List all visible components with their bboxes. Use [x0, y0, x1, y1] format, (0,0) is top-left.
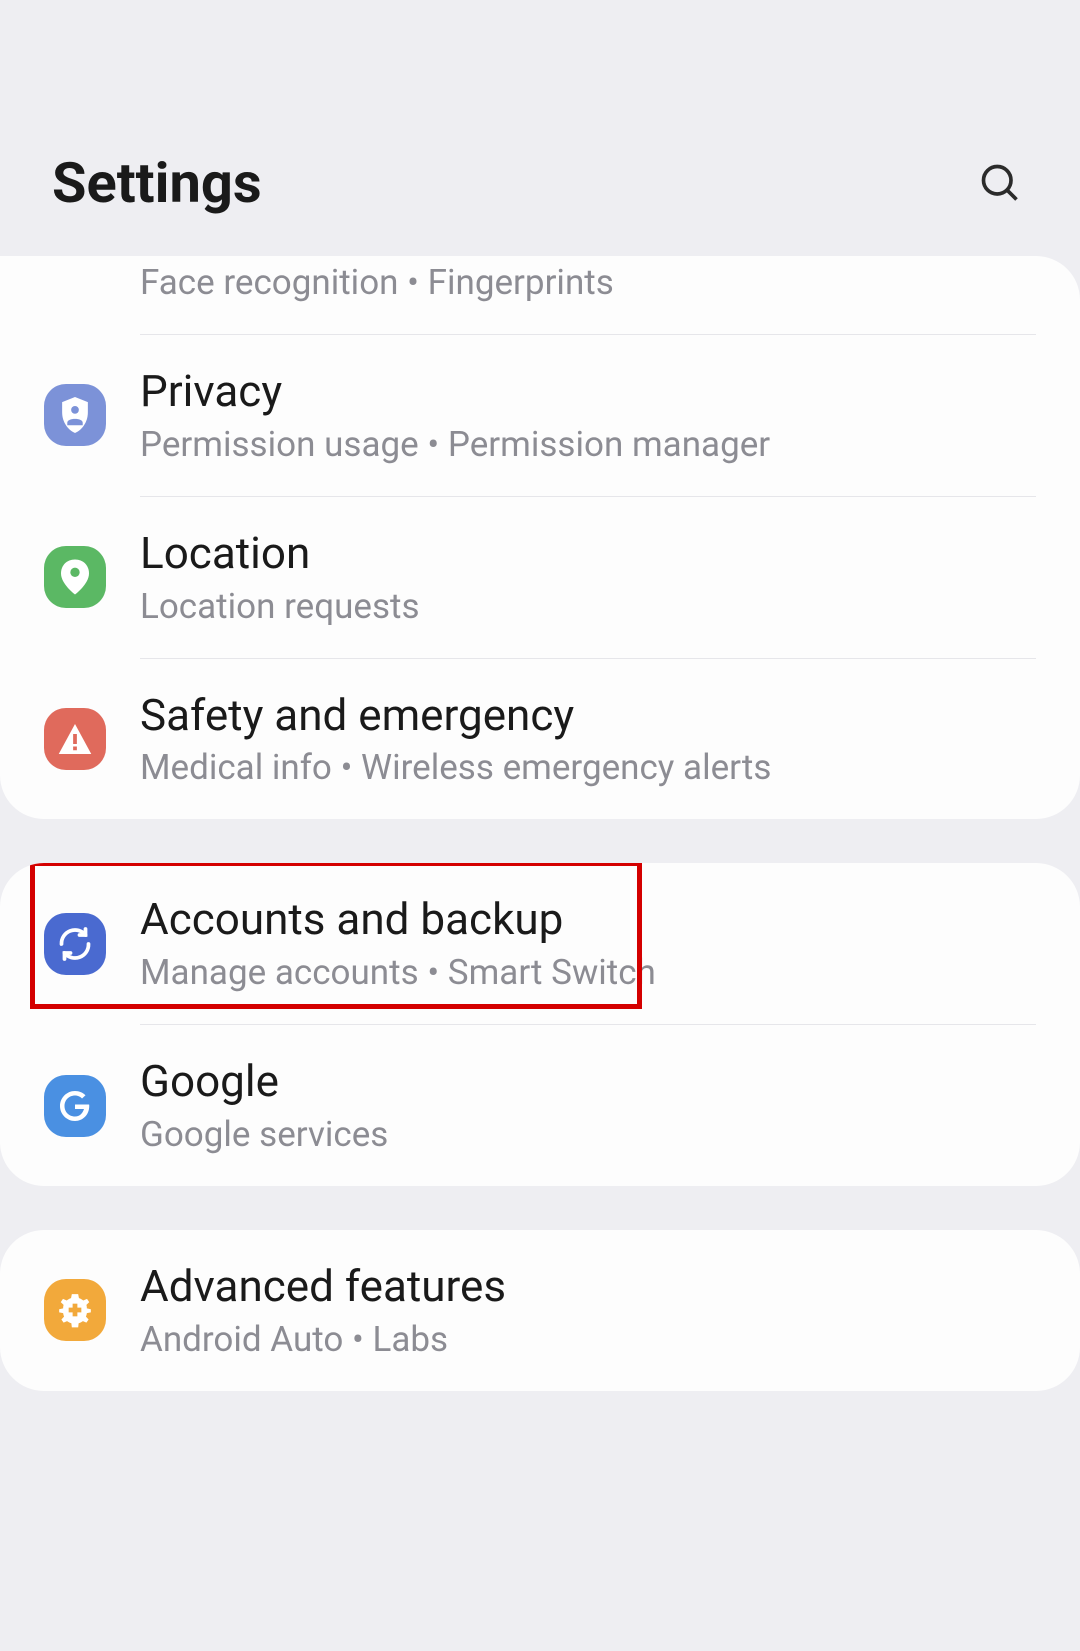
warning-icon: [44, 708, 106, 770]
item-text: Location Location requests: [140, 527, 1036, 628]
settings-header: Settings: [0, 0, 1080, 256]
item-subtitle: Manage accounts • Smart Switch: [140, 952, 1036, 994]
search-icon: [978, 161, 1022, 205]
page-title: Settings: [52, 150, 262, 216]
item-subtitle: Medical info • Wireless emergency alerts: [140, 747, 1036, 789]
settings-group: Face recognition • Fingerprints Privacy …: [0, 256, 1080, 819]
item-subtitle: Android Auto • Labs: [140, 1319, 1036, 1361]
settings-item-advanced[interactable]: Advanced features Android Auto • Labs: [0, 1230, 1080, 1391]
item-title: Advanced features: [140, 1260, 1036, 1313]
item-subtitle: Location requests: [140, 586, 1036, 628]
item-text: Face recognition • Fingerprints: [140, 256, 1036, 304]
item-subtitle: Google services: [140, 1114, 1036, 1156]
item-text: Google Google services: [140, 1055, 1036, 1156]
item-title: Google: [140, 1055, 1036, 1108]
settings-item-location[interactable]: Location Location requests: [0, 497, 1080, 658]
item-text: Accounts and backup Manage accounts • Sm…: [140, 893, 1036, 994]
item-text: Safety and emergency Medical info • Wire…: [140, 689, 1036, 790]
shield-person-icon: [44, 384, 106, 446]
gear-plus-icon: [44, 1279, 106, 1341]
settings-item-google[interactable]: Google Google services: [0, 1025, 1080, 1186]
settings-group: Accounts and backup Manage accounts • Sm…: [0, 863, 1080, 1186]
item-subtitle: Permission usage • Permission manager: [140, 424, 1036, 466]
item-title: Privacy: [140, 365, 1036, 418]
settings-item-accounts[interactable]: Accounts and backup Manage accounts • Sm…: [0, 863, 1080, 1024]
item-title: Location: [140, 527, 1036, 580]
search-button[interactable]: [972, 155, 1028, 211]
settings-item-biometrics[interactable]: Face recognition • Fingerprints: [0, 256, 1080, 334]
google-g-icon: [44, 1075, 106, 1137]
item-text: Privacy Permission usage • Permission ma…: [140, 365, 1036, 466]
settings-item-safety[interactable]: Safety and emergency Medical info • Wire…: [0, 659, 1080, 820]
item-text: Advanced features Android Auto • Labs: [140, 1260, 1036, 1361]
location-pin-icon: [44, 546, 106, 608]
settings-item-privacy[interactable]: Privacy Permission usage • Permission ma…: [0, 335, 1080, 496]
item-title: Safety and emergency: [140, 689, 1036, 742]
settings-group: Advanced features Android Auto • Labs: [0, 1230, 1080, 1391]
item-title: Accounts and backup: [140, 893, 1036, 946]
item-subtitle: Face recognition • Fingerprints: [140, 262, 1036, 304]
sync-icon: [44, 913, 106, 975]
